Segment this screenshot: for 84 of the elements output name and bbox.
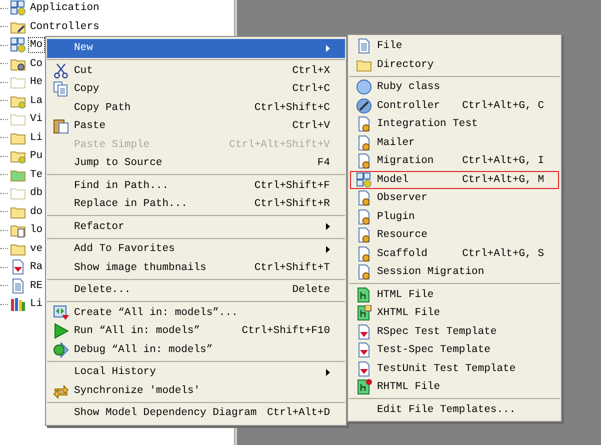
tree-item[interactable]: Li — [28, 130, 45, 146]
html-file-icon — [356, 305, 372, 322]
menu-item[interactable]: Synchronize 'models' — [47, 382, 345, 400]
menu-item[interactable]: Paste Ctrl+V — [47, 117, 345, 136]
copy-icon — [53, 81, 69, 98]
document-icon — [10, 278, 26, 294]
document-gear-icon — [356, 264, 372, 280]
tree-item[interactable]: Application — [28, 0, 102, 16]
tree-item[interactable]: do — [28, 204, 45, 220]
grid-icon — [356, 172, 372, 188]
tree-item[interactable]: La — [28, 92, 45, 109]
document-gear-icon — [356, 134, 372, 151]
document-gear-icon — [356, 190, 372, 206]
menu-item[interactable]: File — [350, 37, 559, 56]
tree-item[interactable]: db — [28, 185, 45, 202]
document-gear-icon — [356, 208, 372, 225]
tree-item[interactable]: Pu — [28, 148, 45, 164]
sync-arrows-icon — [53, 382, 69, 399]
menu-item[interactable]: Resource — [350, 226, 559, 244]
tree-item[interactable]: Co — [28, 56, 45, 72]
tree-item[interactable]: RE — [28, 278, 45, 294]
tree-item[interactable]: lo — [28, 222, 45, 238]
menu-item[interactable]: HTML File — [350, 286, 559, 304]
tree-item[interactable]: Li — [28, 296, 45, 312]
menu-item[interactable]: Controller Ctrl+Alt+G, C — [350, 96, 559, 115]
html-file-icon — [356, 379, 372, 396]
menu-item[interactable]: Directory — [350, 56, 559, 74]
document-gem-icon — [356, 342, 372, 358]
menu-item[interactable]: Copy Path Ctrl+Shift+C — [47, 98, 345, 117]
menu-item[interactable]: Delete... Delete — [47, 281, 345, 300]
menu-item[interactable]: Edit File Templates... — [350, 400, 559, 419]
menu-item[interactable]: Create “All in: models”... — [47, 304, 345, 322]
document-gem-icon — [10, 259, 26, 276]
document-gear-icon — [356, 116, 372, 132]
menu-item[interactable]: TestUnit Test Template — [350, 360, 559, 378]
tree-item[interactable]: Ra — [28, 259, 45, 276]
menu-item[interactable]: Refactor — [47, 218, 345, 236]
grid-icon — [10, 0, 26, 16]
tree-item[interactable]: He — [28, 74, 45, 90]
submenu-arrow-icon — [326, 246, 330, 253]
menu-item[interactable]: XHTML File — [350, 304, 559, 322]
menu-item[interactable]: Show Model Dependency Diagram Ctrl+Alt+D — [47, 404, 345, 422]
submenu-arrow-icon — [326, 44, 330, 52]
menu-item[interactable]: Cut Ctrl+X — [47, 62, 345, 80]
menu-item[interactable]: Model Ctrl+Alt+G, M — [350, 170, 559, 189]
menu-item[interactable]: RHTML File — [350, 378, 559, 396]
menu-item[interactable]: Migration Ctrl+Alt+G, I — [350, 152, 559, 170]
menu-item[interactable]: Add To Favorites — [47, 240, 345, 258]
submenu-arrow-icon — [326, 223, 330, 230]
menu-item[interactable]: Show image thumbnails Ctrl+Shift+T — [47, 258, 345, 277]
menu-item[interactable]: Copy Ctrl+C — [47, 80, 345, 98]
menu-item[interactable]: Ruby class — [350, 78, 559, 96]
menu-item[interactable]: Run “All in: models” Ctrl+Shift+F10 — [47, 322, 345, 340]
document-icon — [356, 38, 372, 54]
menu-item[interactable]: Integration Test — [350, 115, 559, 134]
menu-item[interactable]: New — [47, 39, 345, 58]
menu-item[interactable]: Debug “All in: models” — [47, 340, 345, 359]
document-gem-icon — [356, 360, 372, 377]
menu-item[interactable]: RSpec Test Template — [350, 322, 559, 341]
menu-item[interactable]: Local History — [47, 363, 345, 382]
document-gear-icon — [356, 153, 372, 170]
menu-item[interactable]: Replace in Path... Ctrl+Shift+R — [47, 195, 345, 214]
menu-item[interactable]: Scaffold Ctrl+Alt+G, S — [350, 244, 559, 263]
menu-item[interactable]: Plugin — [350, 208, 559, 226]
books-icon — [10, 296, 26, 312]
scissors-icon — [53, 62, 69, 79]
html-file-icon — [356, 286, 372, 303]
menu-item[interactable]: Find in Path... Ctrl+Shift+F — [47, 176, 345, 195]
document-gear-icon — [356, 227, 372, 244]
menu-item[interactable]: Observer — [350, 189, 559, 208]
document-gear-icon — [356, 246, 372, 262]
menu-item[interactable]: Jump to Source F4 — [47, 154, 345, 172]
tree-item[interactable]: Vi — [28, 111, 45, 128]
tree-item[interactable]: Te — [28, 166, 45, 183]
submenu-arrow-icon — [326, 368, 330, 376]
tree-item[interactable]: ve — [28, 240, 45, 257]
clipboard-icon — [53, 118, 69, 134]
document-gem-icon — [356, 324, 372, 340]
grid-icon — [10, 37, 26, 54]
play-icon — [53, 323, 69, 340]
menu-item[interactable]: Session Migration — [350, 263, 559, 282]
menu-item[interactable]: Mailer — [350, 134, 559, 152]
menu-item[interactable]: Test-Spec Template — [350, 341, 559, 360]
tree-item[interactable]: Controllers — [28, 18, 102, 35]
